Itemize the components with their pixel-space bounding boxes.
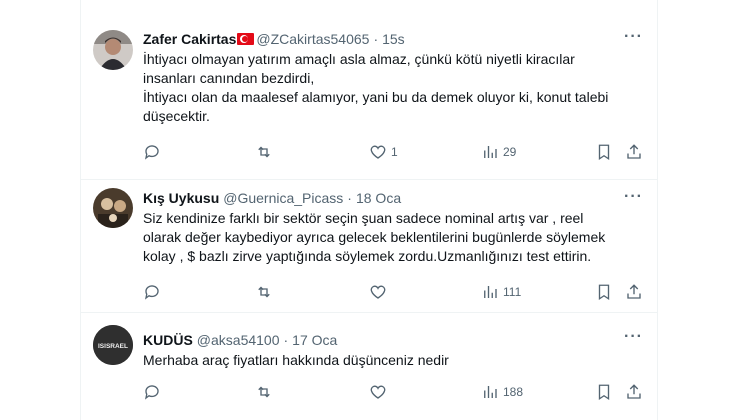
retweet-icon [258,386,270,398]
views-button[interactable]: 188 [481,383,523,401]
bookmark-button[interactable] [595,383,613,401]
timestamp[interactable]: 17 Oca [292,331,337,349]
share-button[interactable] [625,383,643,401]
heart-icon [370,145,386,159]
share-icon [627,284,641,299]
turkey-flag-icon [237,33,255,45]
author-handle[interactable]: @ZCakirtas54065 [256,30,369,48]
author-name[interactable]: Kış Uykusu [143,189,219,207]
author-name[interactable]: Zafer Cakirtas [143,30,236,48]
author-name[interactable]: KUDÜS [143,331,193,349]
timestamp[interactable]: 15s [382,30,405,48]
separator-dot: · [283,332,289,348]
views-icon [484,146,497,158]
more-options-icon[interactable]: ··· [624,188,643,206]
reply-icon [144,145,159,160]
avatar[interactable] [93,188,133,228]
tweet-text: Merhaba araç fiyatları hakkında düşüncen… [143,352,449,368]
tweet-text: Siz kendinize farklı bir sektör seçin şu… [143,210,606,264]
share-button[interactable] [625,143,643,161]
retweet-button[interactable] [255,383,277,401]
like-button[interactable] [369,283,391,301]
retweet-button[interactable] [255,143,277,161]
avatar-logo-text: ISISRAEL [98,343,128,350]
share-icon [627,384,641,399]
like-button[interactable] [369,383,391,401]
reply-icon [144,385,159,400]
bookmark-icon [598,284,610,301]
tweet-text: İhtiyacı olmayan yatırım amaçlı asla alm… [143,51,609,124]
views-icon [484,386,497,398]
author-handle[interactable]: @Guernica_Picass [223,189,343,207]
avatar[interactable] [93,30,133,70]
heart-icon [370,285,386,299]
column-border-right [657,0,658,420]
separator-dot: · [373,31,379,47]
retweet-icon [258,146,270,158]
avatar[interactable]: ISISRAEL [93,325,133,365]
views-count: 29 [503,145,517,159]
views-button[interactable]: 111 [481,283,521,301]
separator-dot: · [347,190,352,206]
author-handle[interactable]: @aksa54100 [197,331,280,349]
bookmark-button[interactable] [595,283,613,301]
reply-button[interactable] [143,283,165,301]
bookmark-icon [598,144,610,161]
like-button[interactable]: 1 [369,143,398,161]
heart-icon [370,385,386,399]
bookmark-icon [598,384,610,401]
tweet[interactable]: ISISRAEL KUDÜS @aksa54100 · 17 Oca Merha… [81,313,657,420]
like-count: 1 [391,145,398,159]
reply-button[interactable] [143,383,165,401]
more-options-icon[interactable]: ··· [624,328,643,346]
views-button[interactable]: 29 [481,143,516,161]
more-options-icon[interactable]: ··· [624,28,643,46]
tweet[interactable]: Kış Uykusu @Guernica_Picass · 18 Oca Siz… [81,180,657,313]
tweet[interactable]: Zafer Cakirtas @ZCakirtas54065 · 15s İht… [81,0,657,180]
timestamp[interactable]: 18 Oca [356,189,401,207]
retweet-icon [258,286,270,298]
bookmark-button[interactable] [595,143,613,161]
retweet-button[interactable] [255,283,277,301]
reply-icon [144,285,159,300]
views-count: 188 [503,385,524,399]
share-button[interactable] [625,283,643,301]
reply-button[interactable] [143,143,165,161]
views-icon [484,286,497,298]
views-count: 111 [503,285,522,299]
share-icon [627,144,641,159]
